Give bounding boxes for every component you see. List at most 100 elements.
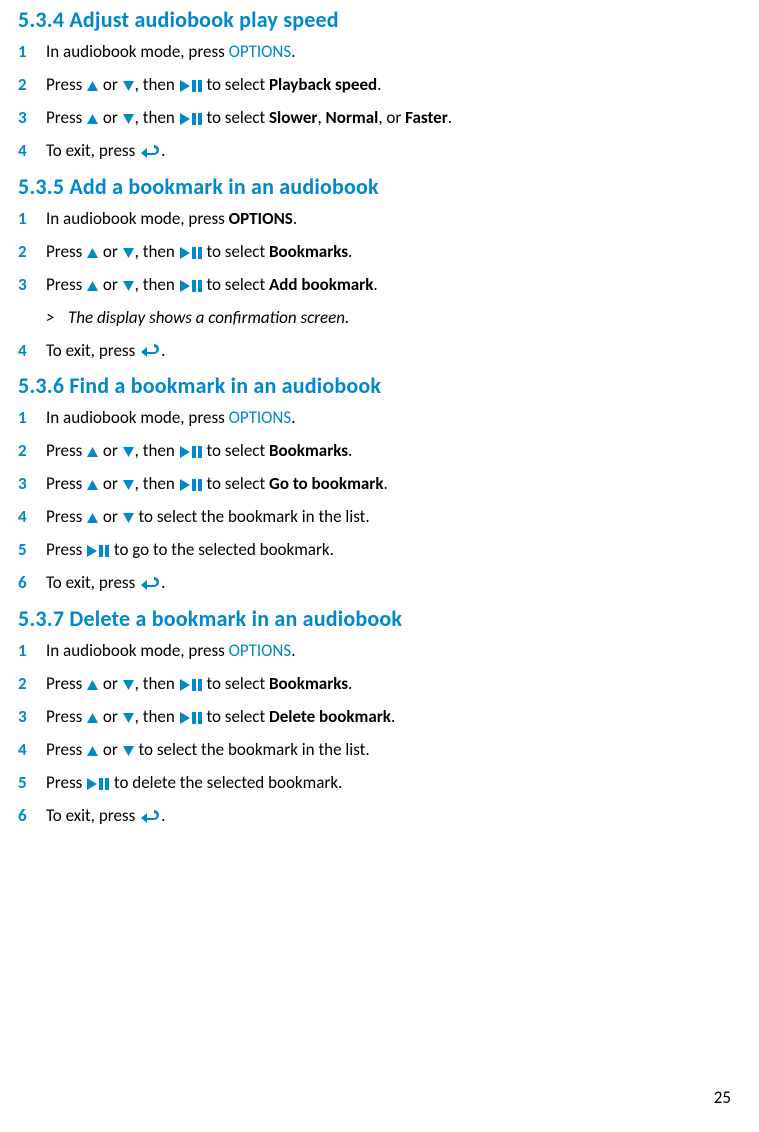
step-text: . <box>391 706 395 727</box>
step-text: to select <box>203 274 269 295</box>
step-text: , then <box>135 241 179 262</box>
play-pause-icon <box>179 246 203 260</box>
step-text: . <box>161 805 165 826</box>
step-text: or <box>99 74 122 95</box>
step-row: 3Press or , then to select Delete bookma… <box>18 706 719 729</box>
step-text: Press <box>46 440 86 461</box>
step-row: 6To exit, press . <box>18 572 719 595</box>
step-body: Press or , then to select Go to bookmark… <box>46 473 719 496</box>
step-text: . <box>291 41 295 62</box>
up-arrow-icon <box>86 479 99 491</box>
step-number: 3 <box>18 107 46 130</box>
step-row: 4Press or to select the bookmark in the … <box>18 739 719 762</box>
step-text: Press <box>46 706 86 727</box>
step-number: 2 <box>18 673 46 696</box>
step-row: 4To exit, press . <box>18 140 719 163</box>
step-row: 2Press or , then to select Bookmarks. <box>18 241 719 264</box>
step-text: . <box>348 440 352 461</box>
step-number: 4 <box>18 140 46 163</box>
step-text: , then <box>135 706 179 727</box>
play-pause-icon <box>179 112 203 126</box>
down-arrow-icon <box>122 446 135 458</box>
step-number: 4 <box>18 739 46 762</box>
play-pause-icon <box>179 79 203 93</box>
step-text: to select <box>203 440 269 461</box>
page-content: 5.3.4 Adjust audiobook play speed1In aud… <box>0 6 759 828</box>
step-text: or <box>99 107 122 128</box>
step-row: 2Press or , then to select Bookmarks. <box>18 673 719 696</box>
up-arrow-icon <box>86 446 99 458</box>
step-body: Press or to select the bookmark in the l… <box>46 739 719 762</box>
step-text: to select <box>203 673 269 694</box>
step-number: 4 <box>18 506 46 529</box>
step-text: , then <box>135 440 179 461</box>
step-text: or <box>99 473 122 494</box>
step-text: . <box>348 241 352 262</box>
step-row: 1In audiobook mode, press OPTIONS. <box>18 407 719 430</box>
step-text: Playback speed <box>269 74 377 95</box>
step-text: Bookmarks <box>269 673 348 694</box>
step-text: or <box>99 706 122 727</box>
up-arrow-icon <box>86 712 99 724</box>
down-arrow-icon <box>122 479 135 491</box>
step-text: In audiobook mode, press <box>46 640 229 661</box>
section-heading: 5.3.5 Add a bookmark in an audiobook <box>18 173 719 200</box>
step-text: In audiobook mode, press <box>46 208 229 229</box>
step-number: 1 <box>18 407 46 430</box>
step-text: In audiobook mode, press <box>46 407 229 428</box>
step-number: 2 <box>18 440 46 463</box>
step-body: To exit, press . <box>46 340 719 363</box>
up-arrow-icon <box>86 113 99 125</box>
step-text: OPTIONS <box>229 208 293 229</box>
step-text: to delete the selected bookmark. <box>110 772 342 793</box>
step-body: Press or , then to select Add bookmark. <box>46 274 719 297</box>
step-text: OPTIONS <box>229 640 292 661</box>
step-body: Press or to select the bookmark in the l… <box>46 506 719 529</box>
step-text: Slower <box>269 107 317 128</box>
down-arrow-icon <box>122 280 135 292</box>
step-text: to select <box>203 107 269 128</box>
step-body: In audiobook mode, press OPTIONS. <box>46 41 719 64</box>
step-body: To exit, press . <box>46 572 719 595</box>
back-icon <box>139 809 161 825</box>
step-number: 2 <box>18 74 46 97</box>
down-arrow-icon <box>122 247 135 259</box>
up-arrow-icon <box>86 512 99 524</box>
step-text: or <box>99 241 122 262</box>
step-number: 4 <box>18 340 46 363</box>
step-body: Press to delete the selected bookmark. <box>46 772 719 795</box>
step-row: 5Press to go to the selected bookmark. <box>18 539 719 562</box>
down-arrow-icon <box>122 712 135 724</box>
step-body: In audiobook mode, press OPTIONS. <box>46 640 719 663</box>
down-arrow-icon <box>122 113 135 125</box>
step-text: , or <box>378 107 405 128</box>
step-text: , then <box>135 274 179 295</box>
step-text: Delete bookmark <box>269 706 391 727</box>
step-text: Normal <box>326 107 379 128</box>
step-text: In audiobook mode, press <box>46 41 229 62</box>
step-row: 4To exit, press . <box>18 340 719 363</box>
step-text: . <box>161 572 165 593</box>
step-body: Press or , then to select Bookmarks. <box>46 440 719 463</box>
step-body: In audiobook mode, press OPTIONS. <box>46 407 719 430</box>
step-number: 3 <box>18 274 46 297</box>
step-text: OPTIONS <box>229 41 292 62</box>
step-text: to select the bookmark in the list. <box>135 739 370 760</box>
step-text: , then <box>135 473 179 494</box>
step-text: to select the bookmark in the list. <box>135 506 370 527</box>
down-arrow-icon <box>122 512 135 524</box>
step-text: Press <box>46 673 86 694</box>
up-arrow-icon <box>86 280 99 292</box>
up-arrow-icon <box>86 80 99 92</box>
step-number: 6 <box>18 572 46 595</box>
step-text: Add bookmark <box>269 274 373 295</box>
step-body: Press or , then to select Delete bookmar… <box>46 706 719 729</box>
step-text: . <box>384 473 388 494</box>
step-text: Press <box>46 739 86 760</box>
step-row: 3Press or , then to select Go to bookmar… <box>18 473 719 496</box>
step-text: to select <box>203 706 269 727</box>
down-arrow-icon <box>122 745 135 757</box>
step-text: To exit, press <box>46 340 139 361</box>
step-body: In audiobook mode, press OPTIONS. <box>46 208 719 231</box>
step-row: 3Press or , then to select Add bookmark. <box>18 274 719 297</box>
